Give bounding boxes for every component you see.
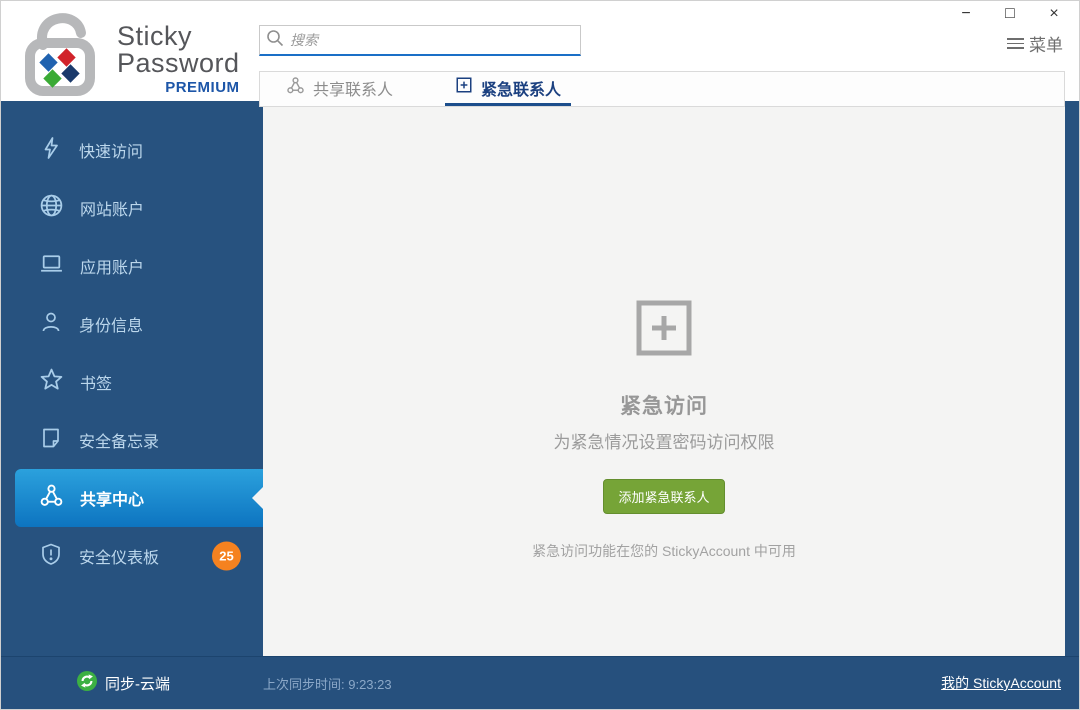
sidebar-item-label: 网站账户 xyxy=(80,202,145,219)
right-border-strip xyxy=(1065,101,1079,656)
tab-emergency-contacts[interactable]: 紧急联系人 xyxy=(445,72,572,106)
sidebar-item-sharing-center[interactable]: 共享中心 xyxy=(15,469,263,527)
sidebar-item-web-accounts[interactable]: 网站账户 xyxy=(1,179,263,237)
premium-badge: PREMIUM xyxy=(165,79,240,96)
close-button[interactable]: × xyxy=(1039,3,1069,25)
last-sync-time: 上次同步时间: 9:23:23 xyxy=(263,676,392,692)
globe-icon xyxy=(39,193,64,223)
app-window: Sticky Password PREMIUM − □ × 菜单 xyxy=(0,0,1080,710)
sidebar-item-label: 共享中心 xyxy=(80,492,145,509)
logo-text: Sticky Password PREMIUM xyxy=(117,21,240,97)
sidebar-item-label: 应用账户 xyxy=(80,260,145,277)
tab-bar: 共享联系人 紧急联系人 xyxy=(259,71,1065,107)
tab-label: 紧急联系人 xyxy=(481,81,562,99)
search-box[interactable] xyxy=(259,25,581,56)
plus-square-icon xyxy=(455,76,473,99)
sync-label: 同步-云端 xyxy=(105,675,170,693)
tab-shared-contacts[interactable]: 共享联系人 xyxy=(276,72,403,106)
my-stickyaccount-link[interactable]: 我的 StickyAccount xyxy=(941,657,1061,709)
share-center-icon xyxy=(39,483,64,513)
logo-line2: Password xyxy=(117,48,240,78)
selected-item-notch xyxy=(252,487,263,509)
sidebar: 快速访问 网站账户 应用账户 身份信息 书签 安全备忘录 共享中心 安全仪表板 … xyxy=(1,101,263,656)
sidebar-item-secure-memos[interactable]: 安全备忘录 xyxy=(1,411,263,469)
maximize-button[interactable]: □ xyxy=(995,3,1025,25)
lightning-icon xyxy=(39,136,63,165)
search-icon xyxy=(266,29,284,52)
sidebar-item-label: 身份信息 xyxy=(79,318,144,335)
sidebar-item-label: 快速访问 xyxy=(79,144,144,161)
menu-button[interactable]: 菜单 xyxy=(1007,31,1063,56)
add-emergency-contact-button[interactable]: 添加紧急联系人 xyxy=(603,479,725,514)
empty-state-note: 紧急访问功能在您的 StickyAccount 中可用 xyxy=(532,543,796,559)
sidebar-item-label: 安全备忘录 xyxy=(79,434,160,451)
logo-line1: Sticky xyxy=(117,21,193,51)
share-icon xyxy=(286,76,305,100)
sidebar-item-app-accounts[interactable]: 应用账户 xyxy=(1,237,263,295)
empty-state-title: 紧急访问 xyxy=(620,395,708,418)
status-bar: 同步-云端 上次同步时间: 9:23:23 我的 StickyAccount xyxy=(1,656,1079,709)
person-icon xyxy=(39,310,63,339)
empty-state-subtitle: 为紧急情况设置密码访问权限 xyxy=(553,433,775,452)
window-controls: − □ × xyxy=(951,3,1069,25)
sticky-password-lock-icon xyxy=(13,5,109,102)
security-issues-badge: 25 xyxy=(212,541,241,571)
sync-status[interactable]: 同步-云端 xyxy=(77,657,170,709)
sync-icon xyxy=(77,671,97,695)
star-icon xyxy=(39,367,64,397)
sidebar-item-label: 安全仪表板 xyxy=(79,550,160,567)
sidebar-item-security-dashboard[interactable]: 安全仪表板 25 xyxy=(1,527,263,585)
sidebar-item-quick-access[interactable]: 快速访问 xyxy=(1,121,263,179)
minimize-button[interactable]: − xyxy=(951,3,981,25)
emergency-contacts-panel: 紧急访问 为紧急情况设置密码访问权限 添加紧急联系人 紧急访问功能在您的 Sti… xyxy=(263,101,1065,656)
memo-icon xyxy=(39,426,63,455)
menu-label: 菜单 xyxy=(1029,36,1063,55)
laptop-icon xyxy=(39,251,64,281)
hamburger-icon xyxy=(1007,38,1024,49)
big-plus-square-icon xyxy=(635,299,693,362)
shield-alert-icon xyxy=(39,542,63,571)
sidebar-item-identities[interactable]: 身份信息 xyxy=(1,295,263,353)
tab-label: 共享联系人 xyxy=(313,81,394,99)
app-logo: Sticky Password PREMIUM xyxy=(13,5,240,102)
sidebar-item-bookmarks[interactable]: 书签 xyxy=(1,353,263,411)
search-input[interactable] xyxy=(290,32,574,48)
sidebar-item-label: 书签 xyxy=(80,376,113,393)
